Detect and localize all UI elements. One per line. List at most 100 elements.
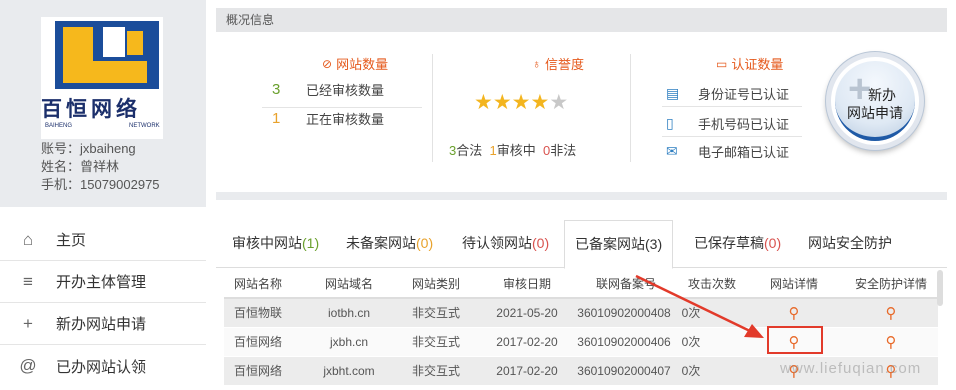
legal-label: 合法 [456,143,483,158]
stat-num: 3 [272,81,281,98]
tab-label: 未备案网站 [346,235,416,251]
star-icon: ★ [530,91,550,114]
award-icon: ♁ [532,56,541,71]
site-detail-search-icon[interactable]: ⚲ [764,299,824,328]
cell-site-name: 百恒物联 [233,306,282,320]
profile-card: 百恒网络 BAIHENG NETWORK 账号：jxbaiheng 姓名：曾祥林… [0,0,206,207]
sidebar-item-label: 主页 [56,232,87,249]
cert-email: ✉ 电子邮箱已认证 [666,142,789,161]
cert-label: 电子邮箱已认证 [698,145,790,160]
cert-phone: ▯ 手机号码已认证 [666,114,789,133]
divider [662,106,802,107]
tab-count: (0) [416,235,434,251]
tab-security[interactable]: 网站安全防护 [798,220,902,268]
col-header: 网站名称 [233,277,282,291]
logo-text: 百恒网络 [41,96,141,121]
sidebar-item-label: 新办网站申请 [56,316,147,333]
cert-label: 手机号码已认证 [698,117,790,132]
cell-attacks: 0次 [681,364,701,378]
section-gap [216,192,947,200]
tab-unfiled[interactable]: 未备案网站(0) [336,220,443,268]
cell-category: 非交互式 [411,335,460,349]
cert-title: ▭ 认证数量 [716,54,783,73]
sidebar-item-home[interactable]: ⌂ 主页 [0,219,206,261]
cert-label: 认证数量 [731,57,784,72]
overview-section: ⊘ 网站数量 3 已经审核数量 1 正在审核数量 ♁ 信誉度 ★★★★★ 3合法… [216,32,947,192]
credit-title: ♁ 信誉度 [532,54,584,73]
tab-count: (3) [645,236,663,252]
cell-record-no: 36010902000408 [577,306,671,320]
new-site-button-face: + 新办 网站申请 [835,61,915,141]
review-label: 审核中 [496,143,536,158]
col-header: 网站类别 [411,277,460,291]
left-panel: 百恒网络 BAIHENG NETWORK 账号：jxbaiheng 姓名：曾祥林… [0,0,206,390]
tab-label: 审核中网站 [232,235,302,251]
cell-domain: jxbht.com [323,364,375,378]
illegal-label: 非法 [550,143,577,158]
security-detail-search-icon[interactable]: ⚲ [848,328,934,357]
account-text: 账号：jxbaiheng [41,141,136,156]
logo-en-left: BAIHENG [45,123,73,129]
tab-to-claim[interactable]: 待认领网站(0) [452,220,559,268]
col-header: 联网备案号 [595,277,656,291]
cert-id: ▤ 身份证号已认证 [666,84,789,103]
stat-label: 已经审核数量 [306,83,385,98]
col-header: 网站域名 [324,277,373,291]
cell-attacks: 0次 [681,306,701,320]
tab-count: (0) [532,235,550,251]
page: 百恒网络 BAIHENG NETWORK 账号：jxbaiheng 姓名：曾祥林… [0,0,956,390]
divider [662,136,802,137]
cell-site-name: 百恒网络 [233,364,282,378]
divider [432,54,433,162]
site-count-label: 网站数量 [336,57,389,72]
stat-reviewing: 1 正在审核数量 [272,109,384,128]
sidebar-nav: ⌂ 主页 ≡ 开办主体管理 + 新办网站申请 @ 已办网站认领 [0,219,206,387]
table-row: 百恒物联 iotbh.cn 非交互式 2021-05-20 3601090200… [224,299,938,328]
sidebar-item-new-site[interactable]: + 新办网站申请 [0,303,206,345]
company-logo: 百恒网络 BAIHENG NETWORK [41,17,163,139]
compass-icon: ⊘ [322,56,333,71]
sidebar-item-entity-management[interactable]: ≡ 开办主体管理 [0,261,206,303]
overview-header: 概况信息 [216,8,947,32]
new-site-button[interactable]: + 新办 网站申请 [826,52,924,150]
id-card-icon: ▤ [666,85,680,101]
scrollbar-thumb[interactable] [937,270,943,306]
logo-en-right: NETWORK [129,123,160,129]
col-header: 网站详情 [769,277,818,291]
sidebar-item-label: 开办主体管理 [56,274,147,291]
cell-attacks: 0次 [681,335,701,349]
star-icon: ★ [492,91,512,114]
cell-date: 2017-02-20 [496,335,558,349]
plus-icon: + [23,313,33,333]
watermark: www.liefuqian.com [780,360,922,377]
tab-filed[interactable]: 已备案网站(3) [564,220,674,269]
phone-icon: ▯ [666,115,674,131]
folder-icon: ▭ [716,56,728,71]
review-count: 1 [489,143,497,158]
at-icon: @ [19,356,37,375]
star-icon: ★ [511,91,531,114]
site-tabs: 审核中网站(1) 未备案网站(0) 待认领网站(0) 已备案网站(3) 已保存草… [216,220,947,269]
stat-num: 1 [272,110,281,127]
highlight-box [767,326,823,354]
table-row: 百恒网络 jxbh.cn 非交互式 2017-02-20 36010902000… [224,328,938,357]
security-detail-search-icon[interactable]: ⚲ [848,299,934,328]
cert-label: 身份证号已认证 [698,87,790,102]
name-text: 姓名：曾祥林 [41,159,120,174]
tab-reviewing[interactable]: 审核中网站(1) [222,220,329,268]
tab-count: (1) [302,235,320,251]
stat-approved: 3 已经审核数量 [272,80,384,99]
home-icon: ⌂ [22,229,34,249]
sidebar-item-claim-site[interactable]: @ 已办网站认领 [0,345,206,387]
new-site-line1: 新办 [868,87,896,103]
rating-stars: ★★★★★ [474,90,568,115]
sidebar-item-label: 已办网站认领 [56,358,147,376]
phone-text: 手机：15079002975 [41,177,160,192]
divider [262,107,422,108]
tab-drafts[interactable]: 已保存草稿(0) [684,220,791,268]
tab-count: (0) [764,235,782,251]
cell-record-no: 36010902000406 [577,335,671,349]
cell-site-name: 百恒网络 [233,335,282,349]
cell-category: 非交互式 [411,306,460,320]
cell-domain: iotbh.cn [327,306,371,320]
